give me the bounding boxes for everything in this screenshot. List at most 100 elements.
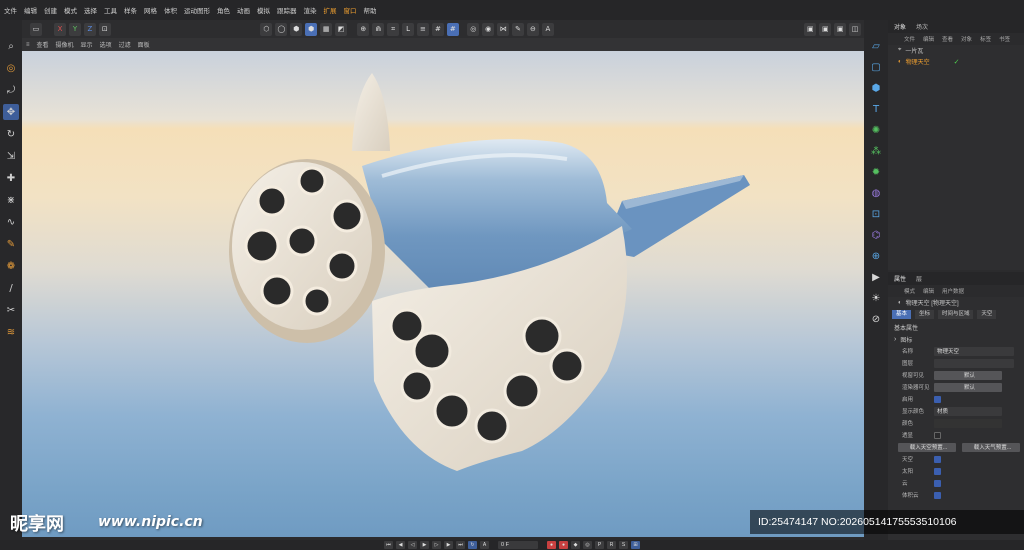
menu-tracker[interactable]: 跟踪器	[277, 5, 297, 15]
transform-icon[interactable]: ✚	[3, 170, 19, 186]
target-icon[interactable]: ◉	[482, 22, 495, 36]
tab-takes[interactable]: 场次	[916, 22, 928, 31]
subtab-time-location[interactable]: 时间与区域	[937, 310, 974, 319]
rotation-key-icon[interactable]: R	[607, 541, 616, 549]
om-menu-view[interactable]: 查看	[942, 35, 953, 43]
vp-menu-panel[interactable]: 面板	[138, 40, 150, 49]
quantize-icon[interactable]: ≡	[417, 22, 429, 36]
vp-menu-display[interactable]: 显示	[81, 40, 93, 49]
menu-tools[interactable]: 工具	[104, 5, 117, 15]
3d-viewport[interactable]	[22, 51, 864, 537]
play-icon[interactable]: ▶	[420, 541, 429, 549]
menu-mograph[interactable]: 运动图形	[184, 5, 210, 15]
menu-file[interactable]: 文件	[4, 5, 17, 15]
subtab-coord[interactable]: 坐标	[914, 310, 934, 319]
om-menu-object[interactable]: 对象	[961, 35, 972, 43]
primitive-cube-icon[interactable]: ⬢	[868, 80, 884, 96]
group-header[interactable]: › 图标	[888, 333, 1024, 345]
cube-icon[interactable]: ▢	[868, 59, 884, 75]
menu-character[interactable]: 角色	[217, 5, 230, 15]
grid-snap-icon[interactable]: #	[446, 22, 459, 36]
viewport-menu-icon[interactable]: ≡	[26, 42, 30, 48]
sun-checkbox[interactable]	[934, 467, 941, 475]
environment-icon[interactable]: ⊕	[868, 248, 884, 264]
subtab-basic[interactable]: 基本	[892, 310, 912, 319]
soft-selection-icon[interactable]: ◎	[467, 22, 480, 36]
viewport-layout-icon[interactable]: ▭	[30, 22, 42, 36]
render-picture-viewer-icon[interactable]: ▣	[819, 22, 832, 36]
model-mode-icon[interactable]: ⬢	[305, 22, 318, 36]
menu-select[interactable]: 选择	[84, 5, 97, 15]
vp-menu-options[interactable]: 选项	[100, 40, 112, 49]
motion-icon[interactable]: ◎	[583, 541, 592, 549]
loop-icon[interactable]: ↻	[468, 541, 477, 549]
scale-tool-icon[interactable]: ⇲	[3, 148, 19, 164]
snap-settings-icon[interactable]: L	[402, 22, 415, 36]
generator-icon[interactable]: ✺	[868, 122, 884, 138]
menu-edit[interactable]: 编辑	[24, 5, 37, 15]
spline-pen-icon[interactable]: ∿	[3, 214, 19, 230]
keyframe-icon[interactable]: ◆	[571, 541, 580, 549]
am-menu-edit[interactable]: 编辑	[923, 287, 934, 295]
light-icon[interactable]: ☀	[868, 290, 884, 306]
record-icon[interactable]: ●	[547, 541, 556, 549]
menu-help[interactable]: 帮助	[364, 5, 377, 15]
menu-mesh[interactable]: 网格	[144, 5, 157, 15]
vp-menu-view[interactable]: 查看	[37, 40, 49, 49]
bevel-icon[interactable]: ≋	[3, 324, 19, 340]
x-axis-toggle[interactable]: X	[54, 22, 67, 36]
text-tool-icon[interactable]: T	[868, 101, 884, 117]
snap-icon[interactable]: ⋇	[3, 192, 19, 208]
display-color-dropdown[interactable]: 材质	[934, 406, 1002, 416]
volumetric-clouds-checkbox[interactable]	[934, 491, 941, 499]
autokey-icon[interactable]: ●	[559, 541, 568, 549]
paint-tool-icon[interactable]: ✎	[512, 22, 524, 36]
next-frame-icon[interactable]: ▷	[432, 541, 441, 549]
am-menu-mode[interactable]: 模式	[904, 287, 915, 295]
enable-axis-icon[interactable]: ⊕	[357, 22, 370, 36]
camera-icon[interactable]: ▶	[868, 269, 884, 285]
xray-checkbox[interactable]	[934, 431, 941, 439]
menu-mode[interactable]: 模式	[64, 5, 77, 15]
am-menu-userdata[interactable]: 用户数据	[942, 287, 964, 295]
sculpt-icon[interactable]: ❁	[3, 258, 19, 274]
load-weather-preset-button[interactable]: 载入天气预置...	[962, 442, 1020, 452]
object-row[interactable]: ◐ 物理天空 ✓	[888, 56, 1024, 67]
coordinate-system-icon[interactable]: ⊡	[98, 22, 111, 36]
effector-icon[interactable]: ✹	[868, 164, 884, 180]
clouds-checkbox[interactable]	[934, 479, 941, 487]
a-icon[interactable]: A	[541, 22, 554, 36]
om-menu-edit[interactable]: 编辑	[923, 35, 934, 43]
param-key-icon[interactable]: ⊞	[631, 541, 640, 549]
undo-icon[interactable]: ⤾	[3, 82, 19, 98]
uv-mode-icon[interactable]: ▦	[320, 22, 333, 36]
sky-checkbox[interactable]	[934, 455, 941, 463]
menu-animate[interactable]: 动画	[237, 5, 250, 15]
move-tool-icon[interactable]: ✥	[3, 104, 19, 120]
layer-field[interactable]	[934, 358, 1014, 368]
next-key-icon[interactable]: ▶	[444, 541, 453, 549]
vp-menu-cameras[interactable]: 摄像机	[56, 40, 74, 49]
field-icon[interactable]: ⊡	[868, 206, 884, 222]
menu-volume[interactable]: 体积	[164, 5, 177, 15]
menu-extensions[interactable]: 扩展	[324, 5, 337, 15]
visible-renderer-dropdown[interactable]: 默认	[934, 382, 1002, 392]
cloner-icon[interactable]: ⁂	[868, 143, 884, 159]
om-menu-tags[interactable]: 标签	[980, 35, 991, 43]
paint-icon[interactable]: ✎	[3, 236, 19, 252]
name-field[interactable]: 物理天空	[934, 346, 1014, 356]
enabled-check-icon[interactable]: ✓	[954, 58, 960, 66]
render-settings-icon[interactable]: ▣	[834, 22, 847, 36]
magnet-icon[interactable]: ⋒	[372, 22, 385, 36]
scale-key-icon[interactable]: S	[619, 541, 628, 549]
visible-editor-dropdown[interactable]: 默认	[934, 370, 1002, 380]
menu-spline[interactable]: 样条	[124, 5, 137, 15]
om-menu-file[interactable]: 文件	[904, 35, 915, 43]
null-object-icon[interactable]: ▱	[868, 38, 884, 54]
prev-frame-icon[interactable]: ◁	[408, 541, 417, 549]
workplane-icon[interactable]: ⌗	[387, 22, 400, 36]
render-view-icon[interactable]: ▣	[804, 22, 817, 36]
menu-create[interactable]: 创建	[44, 5, 57, 15]
z-axis-toggle[interactable]: Z	[83, 22, 96, 36]
brush-icon[interactable]: /	[3, 280, 19, 296]
